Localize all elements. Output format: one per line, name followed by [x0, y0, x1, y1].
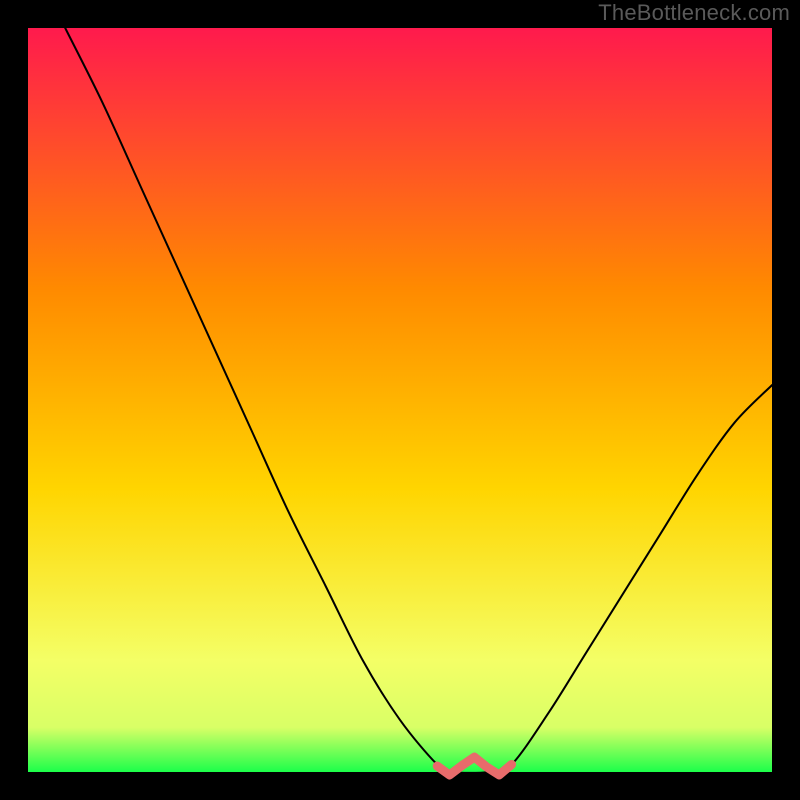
bottleneck-chart — [0, 0, 800, 800]
chart-container: TheBottleneck.com — [0, 0, 800, 800]
plot-background — [28, 28, 772, 772]
watermark-text: TheBottleneck.com — [598, 0, 790, 26]
